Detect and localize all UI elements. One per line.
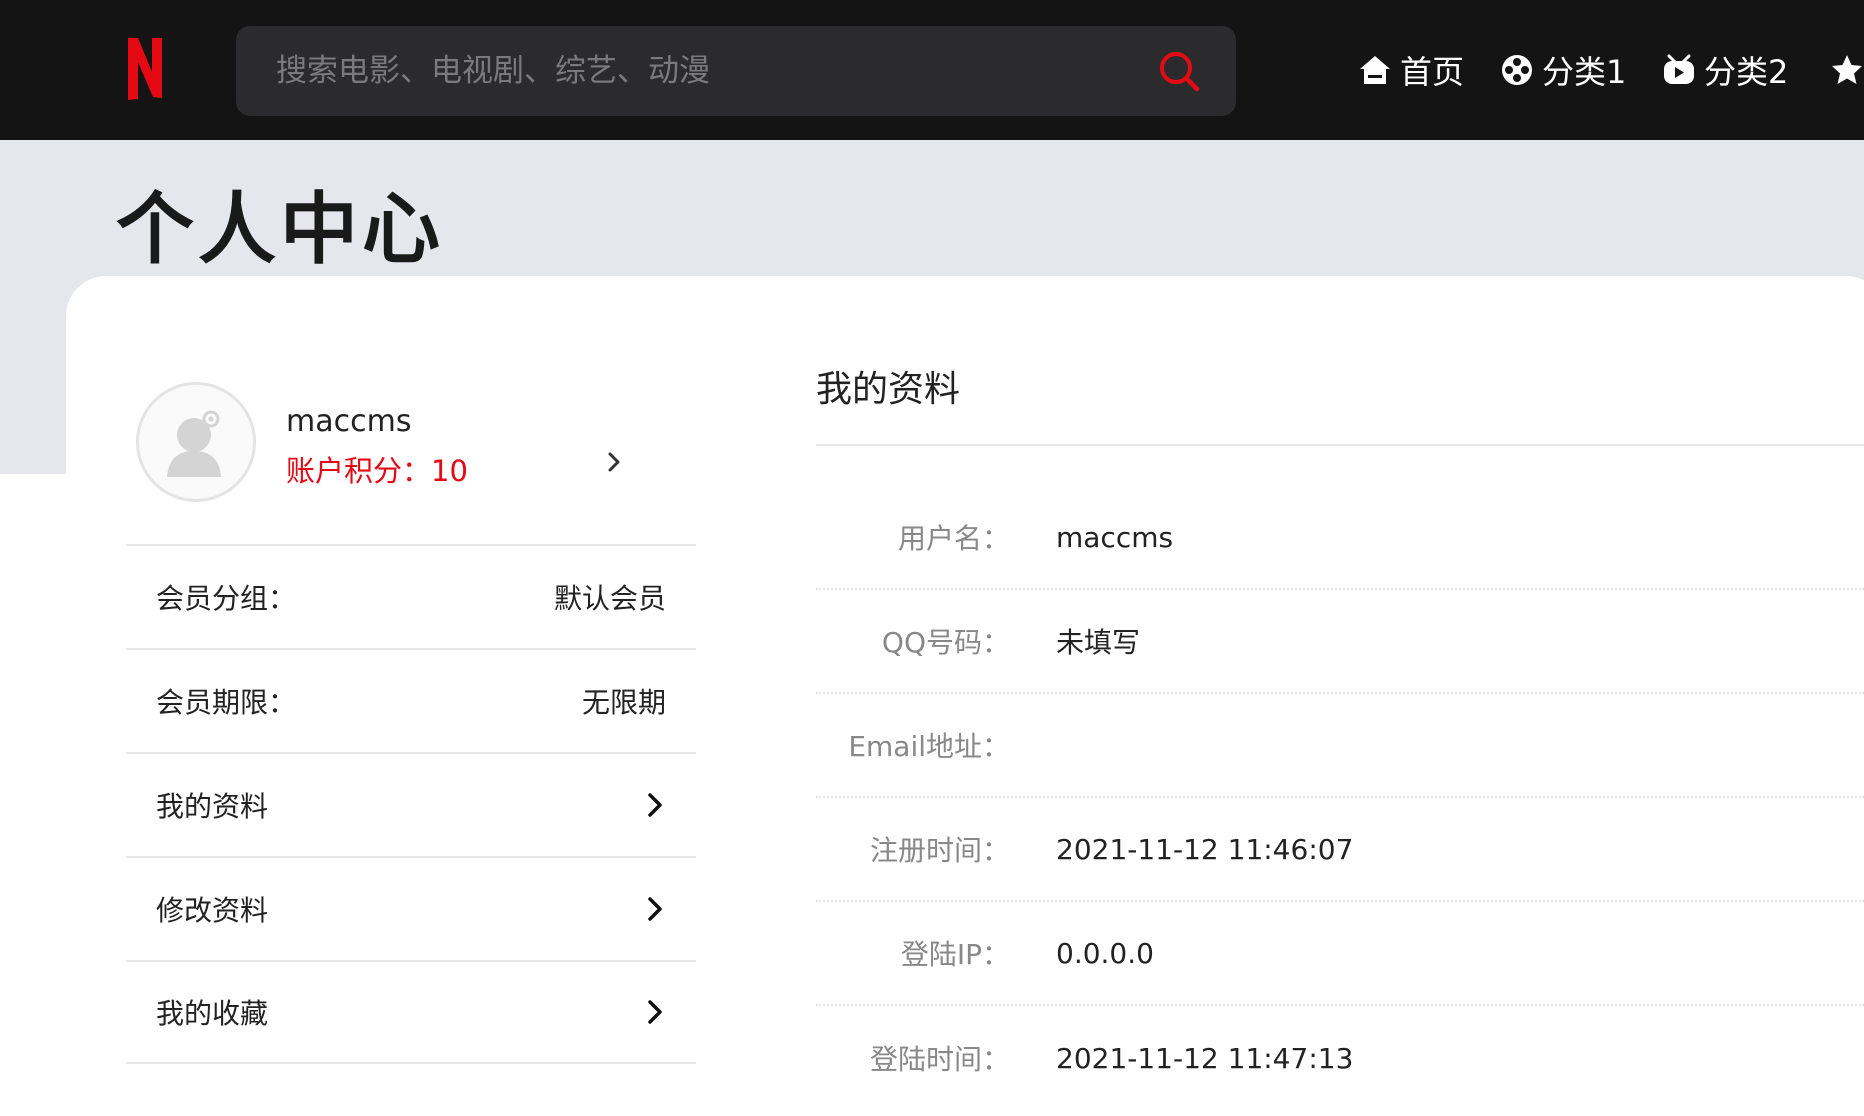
member-group-value: 默认会员 bbox=[553, 582, 666, 615]
menu-my-profile[interactable]: 我的资料 bbox=[126, 752, 696, 856]
menu-my-favorites[interactable]: 我的收藏 bbox=[126, 960, 696, 1064]
nav-category-1[interactable]: 分类1 bbox=[1500, 0, 1626, 140]
detail-value: 2021-11-12 11:46:07 bbox=[1056, 832, 1354, 866]
detail-value: 2021-11-12 11:47:13 bbox=[1056, 1041, 1354, 1075]
avatar[interactable] bbox=[136, 382, 256, 502]
points-value: 10 bbox=[431, 454, 468, 488]
search-input[interactable]: 搜索电影、电视剧、综艺、动漫 bbox=[276, 26, 710, 116]
profile-points: 账户积分：10 bbox=[286, 448, 468, 490]
chevron-right-icon bbox=[648, 897, 662, 921]
menu-edit-profile-label: 修改资料 bbox=[156, 894, 269, 927]
detail-value: 未填写 bbox=[1056, 626, 1141, 659]
detail-label: 用户名： bbox=[897, 522, 1010, 555]
detail-value: maccms bbox=[1056, 520, 1174, 554]
profile-username: maccms bbox=[286, 404, 412, 439]
details-list: 用户名： maccms QQ号码： 未填写 Email地址： 注册时间： 202… bbox=[816, 486, 1864, 1110]
member-term-row: 会员期限： 无限期 bbox=[126, 648, 696, 752]
details-title: 我的资料 bbox=[816, 369, 961, 410]
left-menu: 会员分组： 默认会员 会员期限： 无限期 我的资料 修改资料 我的收藏 bbox=[126, 544, 696, 1064]
netflix-logo[interactable] bbox=[126, 36, 164, 100]
menu-my-profile-label: 我的资料 bbox=[156, 790, 269, 823]
page-title: 个人中心 bbox=[116, 185, 445, 275]
nav-category-2-label: 分类2 bbox=[1704, 53, 1789, 91]
detail-row-username: 用户名： maccms bbox=[816, 486, 1864, 590]
profile-chevron-right-icon[interactable] bbox=[604, 448, 624, 476]
home-icon bbox=[1360, 56, 1390, 84]
user-avatar-icon bbox=[167, 410, 221, 477]
tv-icon bbox=[1664, 54, 1694, 84]
film-reel-icon bbox=[1502, 55, 1532, 85]
nav-home-label: 首页 bbox=[1400, 53, 1465, 91]
member-term-value: 无限期 bbox=[581, 686, 666, 719]
star-icon bbox=[1832, 55, 1862, 84]
detail-row-register-time: 注册时间： 2021-11-12 11:46:07 bbox=[816, 798, 1864, 902]
search-bar[interactable]: 搜索电影、电视剧、综艺、动漫 bbox=[236, 26, 1236, 116]
nav-favorites[interactable] bbox=[1830, 0, 1864, 140]
points-label: 账户积分： bbox=[286, 454, 432, 488]
nav-home[interactable]: 首页 bbox=[1358, 0, 1464, 140]
member-term-label: 会员期限： bbox=[156, 686, 297, 719]
detail-row-email: Email地址： bbox=[816, 694, 1864, 798]
detail-value: 0.0.0.0 bbox=[1056, 936, 1154, 970]
member-group-row: 会员分组： 默认会员 bbox=[126, 544, 696, 648]
menu-edit-profile[interactable]: 修改资料 bbox=[126, 856, 696, 960]
detail-row-login-ip: 登陆IP： 0.0.0.0 bbox=[816, 902, 1864, 1006]
member-group-label: 会员分组： bbox=[156, 582, 297, 615]
detail-row-qq: QQ号码： 未填写 bbox=[816, 590, 1864, 694]
detail-label: 登陆时间： bbox=[869, 1043, 1010, 1076]
detail-label: 登陆IP： bbox=[900, 938, 1010, 971]
chevron-right-icon bbox=[648, 793, 662, 817]
top-header: 搜索电影、电视剧、综艺、动漫 首页 分类1 分类2 bbox=[0, 0, 1864, 140]
search-icon[interactable] bbox=[1158, 50, 1200, 92]
nav-category-1-label: 分类1 bbox=[1542, 53, 1627, 91]
nav-category-2[interactable]: 分类2 bbox=[1662, 0, 1788, 140]
details-divider bbox=[816, 444, 1864, 446]
detail-row-login-time: 登陆时间： 2021-11-12 11:47:13 bbox=[816, 1006, 1864, 1110]
chevron-right-icon bbox=[648, 1000, 662, 1024]
detail-label: 注册时间： bbox=[869, 834, 1010, 867]
detail-label: QQ号码： bbox=[881, 626, 1010, 659]
menu-my-favorites-label: 我的收藏 bbox=[156, 997, 269, 1030]
detail-label: Email地址： bbox=[848, 730, 1010, 763]
